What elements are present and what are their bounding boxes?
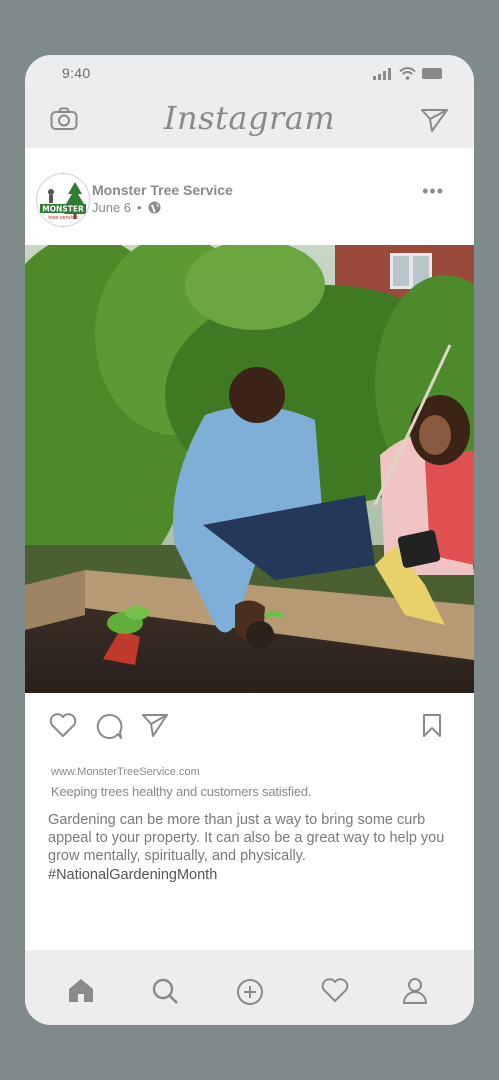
website-link[interactable]: www.MonsterTreeService.com: [51, 766, 200, 778]
battery-icon: [422, 68, 442, 79]
heart-nav-icon[interactable]: [321, 978, 349, 1003]
post-header: MONSTER tree service Monster Tree Servic…: [25, 148, 474, 245]
signal-icon: [373, 67, 391, 80]
post-date: June 6: [92, 200, 132, 215]
post-card: MONSTER tree service Monster Tree Servic…: [25, 148, 474, 950]
post-caption: Gardening can be more than just a way to…: [48, 812, 445, 864]
svg-text:MONSTER: MONSTER: [42, 205, 84, 214]
status-time: 9:40: [62, 65, 91, 81]
post-tagline: Keeping trees healthy and customers sati…: [51, 784, 312, 799]
gardening-photo: [25, 245, 474, 693]
bookmark-icon[interactable]: [422, 713, 442, 738]
app-header: Instagram: [25, 95, 474, 148]
phone-frame: 9:40 Instagram MONSTER tree service Mons…: [25, 55, 474, 1025]
post-meta: June 6 •: [92, 200, 161, 215]
add-icon[interactable]: [236, 978, 264, 1006]
svg-text:tree service: tree service: [48, 215, 78, 221]
status-icons: [373, 67, 444, 80]
instagram-logo: Instagram: [163, 99, 336, 137]
hashtag-link[interactable]: #NationalGardeningMonth: [48, 867, 217, 883]
bottom-navigation: [25, 950, 474, 1025]
status-bar: 9:40: [25, 55, 474, 95]
meta-separator: •: [137, 200, 142, 215]
comment-icon[interactable]: [95, 713, 123, 740]
heart-icon[interactable]: [49, 713, 77, 738]
wifi-icon: [399, 67, 416, 80]
share-icon[interactable]: [141, 713, 169, 738]
profile-icon[interactable]: [403, 978, 427, 1004]
home-icon[interactable]: [68, 978, 94, 1002]
post-actions: [25, 693, 474, 753]
more-options-icon[interactable]: •••: [422, 181, 444, 202]
avatar[interactable]: MONSTER tree service: [36, 173, 90, 227]
post-photo[interactable]: [25, 245, 474, 693]
monster-tree-logo: MONSTER tree service: [40, 182, 86, 221]
globe-icon: [148, 201, 161, 214]
account-name[interactable]: Monster Tree Service: [92, 182, 233, 198]
paper-plane-icon[interactable]: [420, 108, 449, 133]
search-icon[interactable]: [152, 978, 180, 1004]
